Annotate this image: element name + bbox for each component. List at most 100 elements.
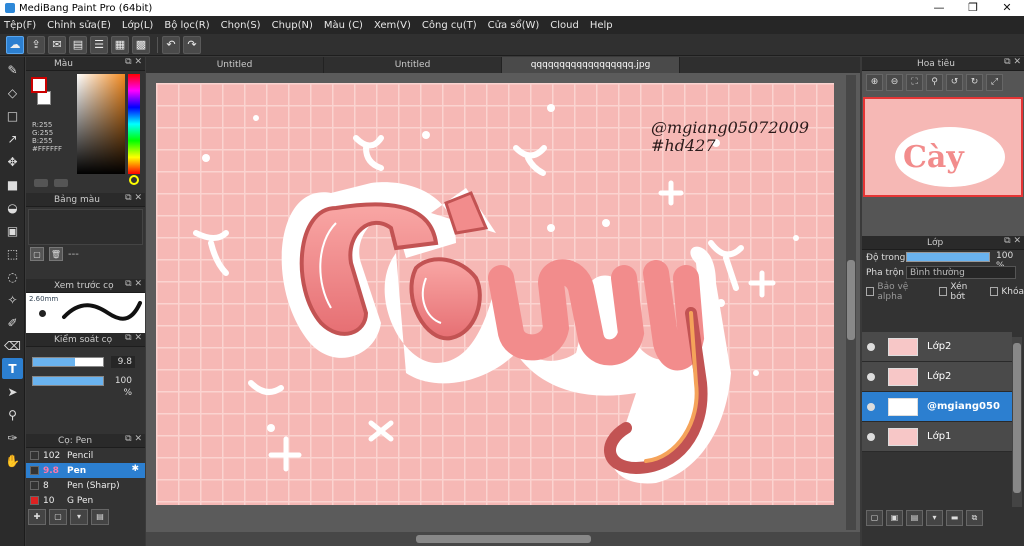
operation-icon[interactable]: ➤ bbox=[2, 381, 23, 402]
zoom-in-icon[interactable]: ⊕ bbox=[866, 74, 883, 91]
folder-icon[interactable]: ▬ bbox=[946, 510, 963, 526]
lock-checkbox[interactable] bbox=[989, 287, 999, 296]
panel-controls[interactable]: ⧉ ✕ bbox=[125, 193, 142, 203]
new-palette-icon[interactable]: ▢ bbox=[30, 247, 44, 261]
hue-slider[interactable] bbox=[128, 74, 140, 174]
brush-item[interactable]: 8 Pen (Sharp) bbox=[26, 478, 145, 493]
color-mode-a[interactable] bbox=[34, 179, 48, 187]
brush-item[interactable]: 102 Pencil bbox=[26, 448, 145, 463]
rotate-right-icon[interactable]: ↻ bbox=[966, 74, 983, 91]
saturation-value-picker[interactable] bbox=[77, 74, 125, 174]
rect-icon[interactable]: □ bbox=[2, 105, 23, 126]
clip-checkbox[interactable] bbox=[938, 287, 948, 296]
layer-scrollbar[interactable] bbox=[1012, 337, 1022, 507]
undo-icon[interactable]: ↶ bbox=[162, 35, 180, 54]
menu-file[interactable]: Tệp(F) bbox=[4, 20, 36, 31]
brush-menu-icon[interactable]: ▾ bbox=[70, 509, 88, 525]
panel-controls[interactable]: ⧉ ✕ bbox=[125, 434, 142, 444]
canvas-horizontal-scrollbar[interactable] bbox=[146, 532, 860, 546]
fill-square-icon[interactable]: ■ bbox=[2, 174, 23, 195]
brush-size-value[interactable]: 9.8 bbox=[111, 356, 135, 368]
select-eraser-icon[interactable]: ⌫ bbox=[2, 335, 23, 356]
maximize-button[interactable]: ❐ bbox=[956, 0, 990, 16]
select-pen-icon[interactable]: ✐ bbox=[2, 312, 23, 333]
panel-controls[interactable]: ⧉ ✕ bbox=[125, 333, 142, 343]
menu-color[interactable]: Màu (C) bbox=[324, 20, 363, 31]
minimize-button[interactable]: — bbox=[922, 0, 956, 16]
panel-controls[interactable]: ⧉ ✕ bbox=[125, 279, 142, 289]
tab-untitled-2[interactable]: Untitled bbox=[324, 57, 502, 73]
add-layer-menu-icon[interactable]: ▾ bbox=[926, 510, 943, 526]
fit-icon[interactable]: ⛶ bbox=[906, 74, 923, 91]
layer-item[interactable]: Lớp2 bbox=[862, 362, 1012, 392]
layer-item[interactable]: Lớp1 bbox=[862, 422, 1012, 452]
text-icon[interactable]: T bbox=[2, 358, 23, 379]
menu-layer[interactable]: Lớp(L) bbox=[122, 20, 153, 31]
brush-icon[interactable]: ✎ bbox=[2, 59, 23, 80]
zoom-out-icon[interactable]: ⊖ bbox=[886, 74, 903, 91]
brush-item-selected[interactable]: 9.8 Pen ✱ bbox=[26, 463, 145, 478]
layers-icon[interactable]: ☰ bbox=[90, 35, 108, 54]
share-icon[interactable]: ⇪ bbox=[27, 35, 45, 54]
canvas-artwork[interactable]: @mgiang05072009 #hd427 bbox=[156, 83, 834, 505]
background-color-swatch[interactable] bbox=[37, 91, 51, 105]
bucket-icon[interactable]: ◒ bbox=[2, 197, 23, 218]
cloud-icon[interactable]: ☁ bbox=[6, 35, 24, 54]
tab-untitled-1[interactable]: Untitled bbox=[146, 57, 324, 73]
palette-box[interactable] bbox=[28, 209, 143, 245]
close-button[interactable]: ✕ bbox=[990, 0, 1024, 16]
canvas-vertical-scrollbar[interactable] bbox=[846, 75, 856, 530]
new-layer-icon[interactable]: ▢ bbox=[866, 510, 883, 526]
menu-filter[interactable]: Bộ lọc(R) bbox=[164, 20, 209, 31]
zoom-icon[interactable]: ⚲ bbox=[926, 74, 943, 91]
gradient-icon[interactable]: ▣ bbox=[2, 220, 23, 241]
protect-alpha-checkbox[interactable] bbox=[866, 287, 875, 296]
menu-view[interactable]: Xem(V) bbox=[374, 20, 411, 31]
menu-window[interactable]: Cửa sổ(W) bbox=[488, 20, 540, 31]
gear-icon[interactable]: ✱ bbox=[131, 464, 139, 474]
menu-edit[interactable]: Chỉnh sửa(E) bbox=[47, 20, 111, 31]
layer-scroll-thumb[interactable] bbox=[1013, 343, 1021, 493]
eyedropper-icon[interactable]: ⚲ bbox=[2, 404, 23, 425]
panel-controls[interactable]: ⧉ ✕ bbox=[1004, 236, 1021, 246]
visibility-icon[interactable] bbox=[867, 433, 875, 441]
add-brush-icon[interactable]: ✚ bbox=[28, 509, 46, 525]
document-icon[interactable]: ▤ bbox=[69, 35, 87, 54]
brush-settings-icon[interactable]: ▤ bbox=[91, 509, 109, 525]
hscroll-thumb[interactable] bbox=[416, 535, 591, 543]
brush-item[interactable]: 10 G Pen bbox=[26, 493, 145, 508]
layer-item[interactable]: Lớp2 bbox=[862, 332, 1012, 362]
navigator-thumbnail[interactable]: Cày bbox=[863, 97, 1023, 197]
color-mode-b[interactable] bbox=[54, 179, 68, 187]
visibility-icon[interactable] bbox=[867, 373, 875, 381]
magic-wand-icon[interactable]: ✧ bbox=[2, 289, 23, 310]
duplicate-layer-icon[interactable]: ⧉ bbox=[966, 510, 983, 526]
new-1bit-layer-icon[interactable]: ▤ bbox=[906, 510, 923, 526]
hand-icon[interactable]: ✋ bbox=[2, 450, 23, 471]
visibility-icon[interactable] bbox=[867, 343, 875, 351]
hue-handle[interactable] bbox=[129, 175, 139, 185]
move-icon[interactable]: ✥ bbox=[2, 151, 23, 172]
select-rect-icon[interactable]: ⬚ bbox=[2, 243, 23, 264]
panel-controls[interactable]: ⧉ ✕ bbox=[1004, 57, 1021, 67]
dropper-icon[interactable]: ✑ bbox=[2, 427, 23, 448]
menu-snap[interactable]: Chụp(N) bbox=[272, 20, 313, 31]
eraser-icon[interactable]: ◇ bbox=[2, 82, 23, 103]
foreground-color-swatch[interactable] bbox=[31, 77, 47, 93]
copy-brush-icon[interactable]: ▢ bbox=[49, 509, 67, 525]
settings-list-icon[interactable]: ▦ bbox=[111, 35, 129, 54]
reset-icon[interactable]: ⤢ bbox=[986, 74, 1003, 91]
menu-help[interactable]: Help bbox=[590, 20, 613, 31]
comment-icon[interactable]: ✉ bbox=[48, 35, 66, 54]
visibility-icon[interactable] bbox=[867, 403, 875, 411]
panel-controls[interactable]: ⧉ ✕ bbox=[125, 57, 142, 67]
blend-mode-select[interactable]: Bình thường bbox=[906, 266, 1016, 279]
vscroll-thumb[interactable] bbox=[847, 260, 855, 340]
menu-tool[interactable]: Công cụ(T) bbox=[422, 20, 477, 31]
redo-icon[interactable]: ↷ bbox=[183, 35, 201, 54]
grid-icon[interactable]: ▩ bbox=[132, 35, 150, 54]
tab-artwork[interactable]: qqqqqqqqqqqqqqqqqq.jpg bbox=[502, 57, 680, 73]
menu-select[interactable]: Chọn(S) bbox=[221, 20, 261, 31]
new-halftone-layer-icon[interactable]: ▣ bbox=[886, 510, 903, 526]
lasso-icon[interactable]: ◌ bbox=[2, 266, 23, 287]
